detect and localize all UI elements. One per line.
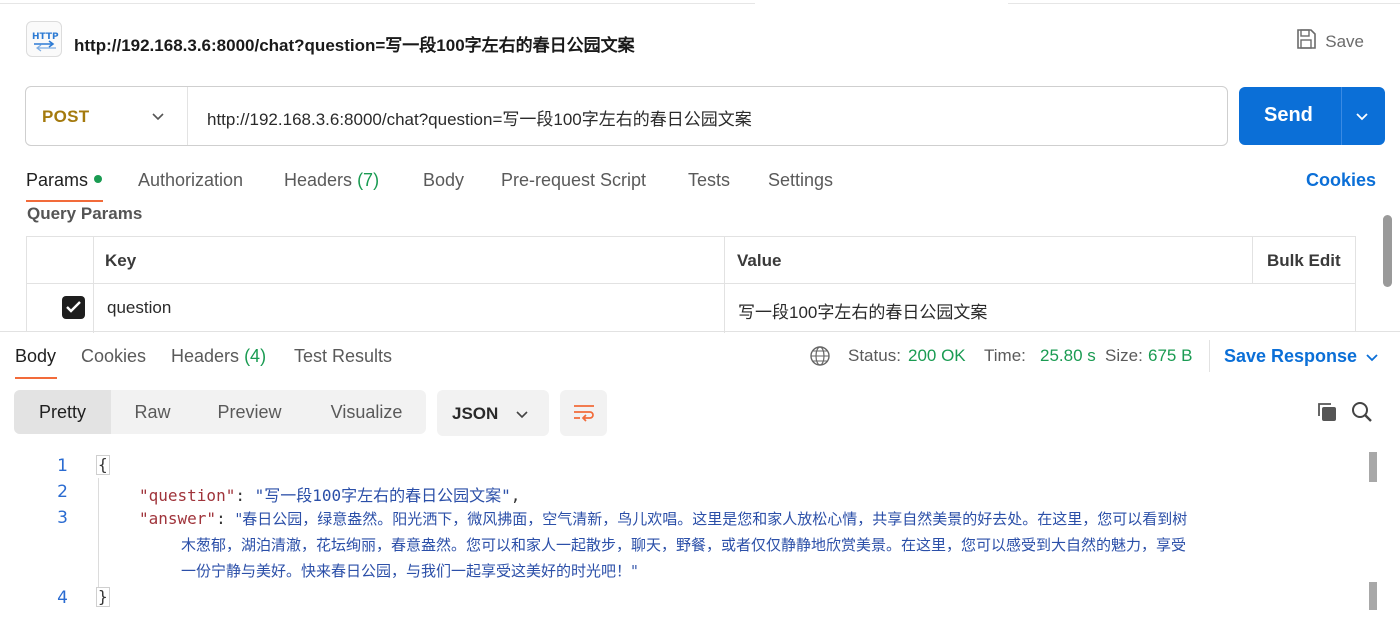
- view-preview[interactable]: Preview: [192, 390, 307, 434]
- save-label: Save: [1325, 31, 1364, 51]
- cookies-link[interactable]: Cookies: [1306, 170, 1376, 191]
- format-label: JSON: [452, 404, 499, 423]
- tab-response-cookies[interactable]: Cookies: [81, 346, 146, 367]
- column-key: Key: [105, 251, 137, 270]
- http-request-icon: HTTP: [26, 21, 62, 57]
- response-body-code[interactable]: 1 2 3 4 { "question": "写一段100字左右的春日公园文案"…: [0, 450, 1400, 625]
- time-value: 25.80 s: [1040, 346, 1096, 366]
- code-scrollbar[interactable]: [1369, 452, 1379, 610]
- view-pretty[interactable]: Pretty: [14, 390, 111, 434]
- answer-value-line1: "春日公园，绿意盎然。阳光洒下，微风拂面，空气清新，鸟儿欢唱。这里是您和家人放松…: [235, 510, 1188, 528]
- wrap-lines-button[interactable]: [560, 390, 607, 436]
- save-icon: [1295, 28, 1317, 55]
- param-enabled-checkbox[interactable]: [62, 296, 85, 319]
- answer-key: "answer": [139, 509, 217, 528]
- url-input[interactable]: http://192.168.3.6:8000/chat?question=写一…: [207, 105, 752, 130]
- answer-value-line2: 木葱郁，湖泊清澈，花坛绚丽，春意盎然。您可以和家人一起散步，聊天，野餐，或者仅仅…: [181, 536, 1187, 554]
- line-number: 3: [57, 508, 68, 528]
- question-value: "写一段100字左右的春日公园文案": [254, 486, 511, 505]
- send-button[interactable]: Send: [1239, 87, 1385, 145]
- size-label: Size:: [1105, 346, 1143, 365]
- open-brace-char: {: [96, 455, 110, 475]
- size-value: 675 B: [1148, 346, 1192, 366]
- indent-guide: [98, 478, 99, 588]
- url-bar: POST http://192.168.3.6:8000/chat?questi…: [25, 86, 1228, 146]
- status-value: 200 OK: [908, 346, 966, 366]
- bulk-edit-link[interactable]: Bulk Edit: [1267, 251, 1341, 271]
- question-line: "question": "写一段100字左右的春日公园文案",: [139, 486, 521, 505]
- method-select[interactable]: POST: [26, 87, 188, 145]
- answer-value-line3: 一份宁静与美好。快来春日公园，与我们一起享受这美好的时光吧！": [181, 562, 638, 580]
- send-label: Send: [1264, 104, 1313, 126]
- save-button[interactable]: Save: [1295, 28, 1364, 55]
- time-label: Time:: [984, 346, 1026, 365]
- chevron-down-icon: [151, 109, 165, 127]
- top-border: [0, 0, 1400, 5]
- send-options-chevron-icon[interactable]: [1355, 109, 1369, 127]
- tab-prerequest-script[interactable]: Pre-request Script: [501, 170, 646, 191]
- view-mode-group: Pretty Raw Preview Visualize: [14, 390, 426, 434]
- wrap-lines-icon: [574, 405, 594, 422]
- line-number: 4: [57, 588, 68, 608]
- question-key: "question": [139, 486, 236, 505]
- tab-response-headers[interactable]: Headers (4): [171, 346, 266, 367]
- query-params-heading: Query Params: [27, 204, 143, 223]
- tab-params-label: Params: [26, 170, 89, 190]
- param-value[interactable]: 写一段100字左右的春日公园文案: [738, 298, 987, 323]
- request-scrollbar[interactable]: [1383, 215, 1392, 287]
- request-title[interactable]: http://192.168.3.6:8000/chat?question=写一…: [74, 31, 635, 56]
- response-tabs: Body Cookies Headers (4) Test Results St…: [15, 340, 1385, 380]
- method-label: POST: [42, 107, 90, 126]
- column-value: Value: [737, 251, 782, 270]
- request-header: HTTP http://192.168.3.6:8000/chat?questi…: [26, 20, 1374, 62]
- close-brace: }: [96, 587, 110, 607]
- response-headers-count: (4): [244, 346, 267, 366]
- pane-divider[interactable]: [0, 331, 1400, 332]
- tab-tests[interactable]: Tests: [688, 170, 730, 191]
- view-visualize[interactable]: Visualize: [314, 390, 419, 434]
- chevron-down-icon: [515, 407, 529, 425]
- request-tabs: Params Authorization Headers (7) Body Pr…: [26, 166, 1376, 202]
- send-divider: [1341, 87, 1342, 145]
- tab-headers[interactable]: Headers (7): [284, 170, 379, 191]
- meta-divider: [1209, 340, 1210, 372]
- headers-count: (7): [357, 170, 380, 190]
- copy-icon[interactable]: [1316, 401, 1338, 428]
- table-row: question 写一段100字左右的春日公园文案: [27, 285, 1355, 332]
- tab-authorization[interactable]: Authorization: [138, 170, 243, 191]
- active-tab-underline: [26, 200, 103, 202]
- status-value-text: 200 OK: [908, 346, 966, 365]
- time-value-text: 25.80 s: [1040, 346, 1096, 365]
- line-number: 1: [57, 456, 68, 476]
- status-label: Status:: [848, 346, 901, 365]
- line-number: 2: [57, 482, 68, 502]
- active-response-tab-underline: [15, 377, 57, 379]
- answer-line: "answer": "春日公园，绿意盎然。阳光洒下，微风拂面，空气清新，鸟儿欢唱…: [139, 509, 1188, 528]
- tab-body[interactable]: Body: [423, 170, 464, 191]
- tab-test-results[interactable]: Test Results: [294, 346, 392, 367]
- chevron-down-icon[interactable]: [1365, 350, 1379, 368]
- open-brace: {: [96, 455, 110, 475]
- tab-response-headers-label: Headers: [171, 346, 240, 366]
- svg-text:HTTP: HTTP: [32, 32, 59, 42]
- view-raw[interactable]: Raw: [118, 390, 187, 434]
- tab-params[interactable]: Params: [26, 170, 103, 191]
- globe-icon[interactable]: [809, 345, 831, 372]
- search-icon[interactable]: [1351, 401, 1373, 428]
- param-key[interactable]: question: [107, 298, 171, 318]
- tab-response-body[interactable]: Body: [15, 346, 56, 367]
- table-header-row: Key Value Bulk Edit: [27, 237, 1355, 284]
- save-response-button[interactable]: Save Response: [1224, 346, 1357, 367]
- close-brace-char: }: [96, 587, 110, 607]
- tab-headers-label: Headers: [284, 170, 353, 190]
- size-value-text: 675 B: [1148, 346, 1193, 365]
- format-select[interactable]: JSON: [437, 390, 549, 436]
- params-active-dot: [94, 175, 103, 184]
- query-params-table: Key Value Bulk Edit question 写一段100字左右的春…: [26, 236, 1356, 333]
- tab-settings[interactable]: Settings: [768, 170, 833, 191]
